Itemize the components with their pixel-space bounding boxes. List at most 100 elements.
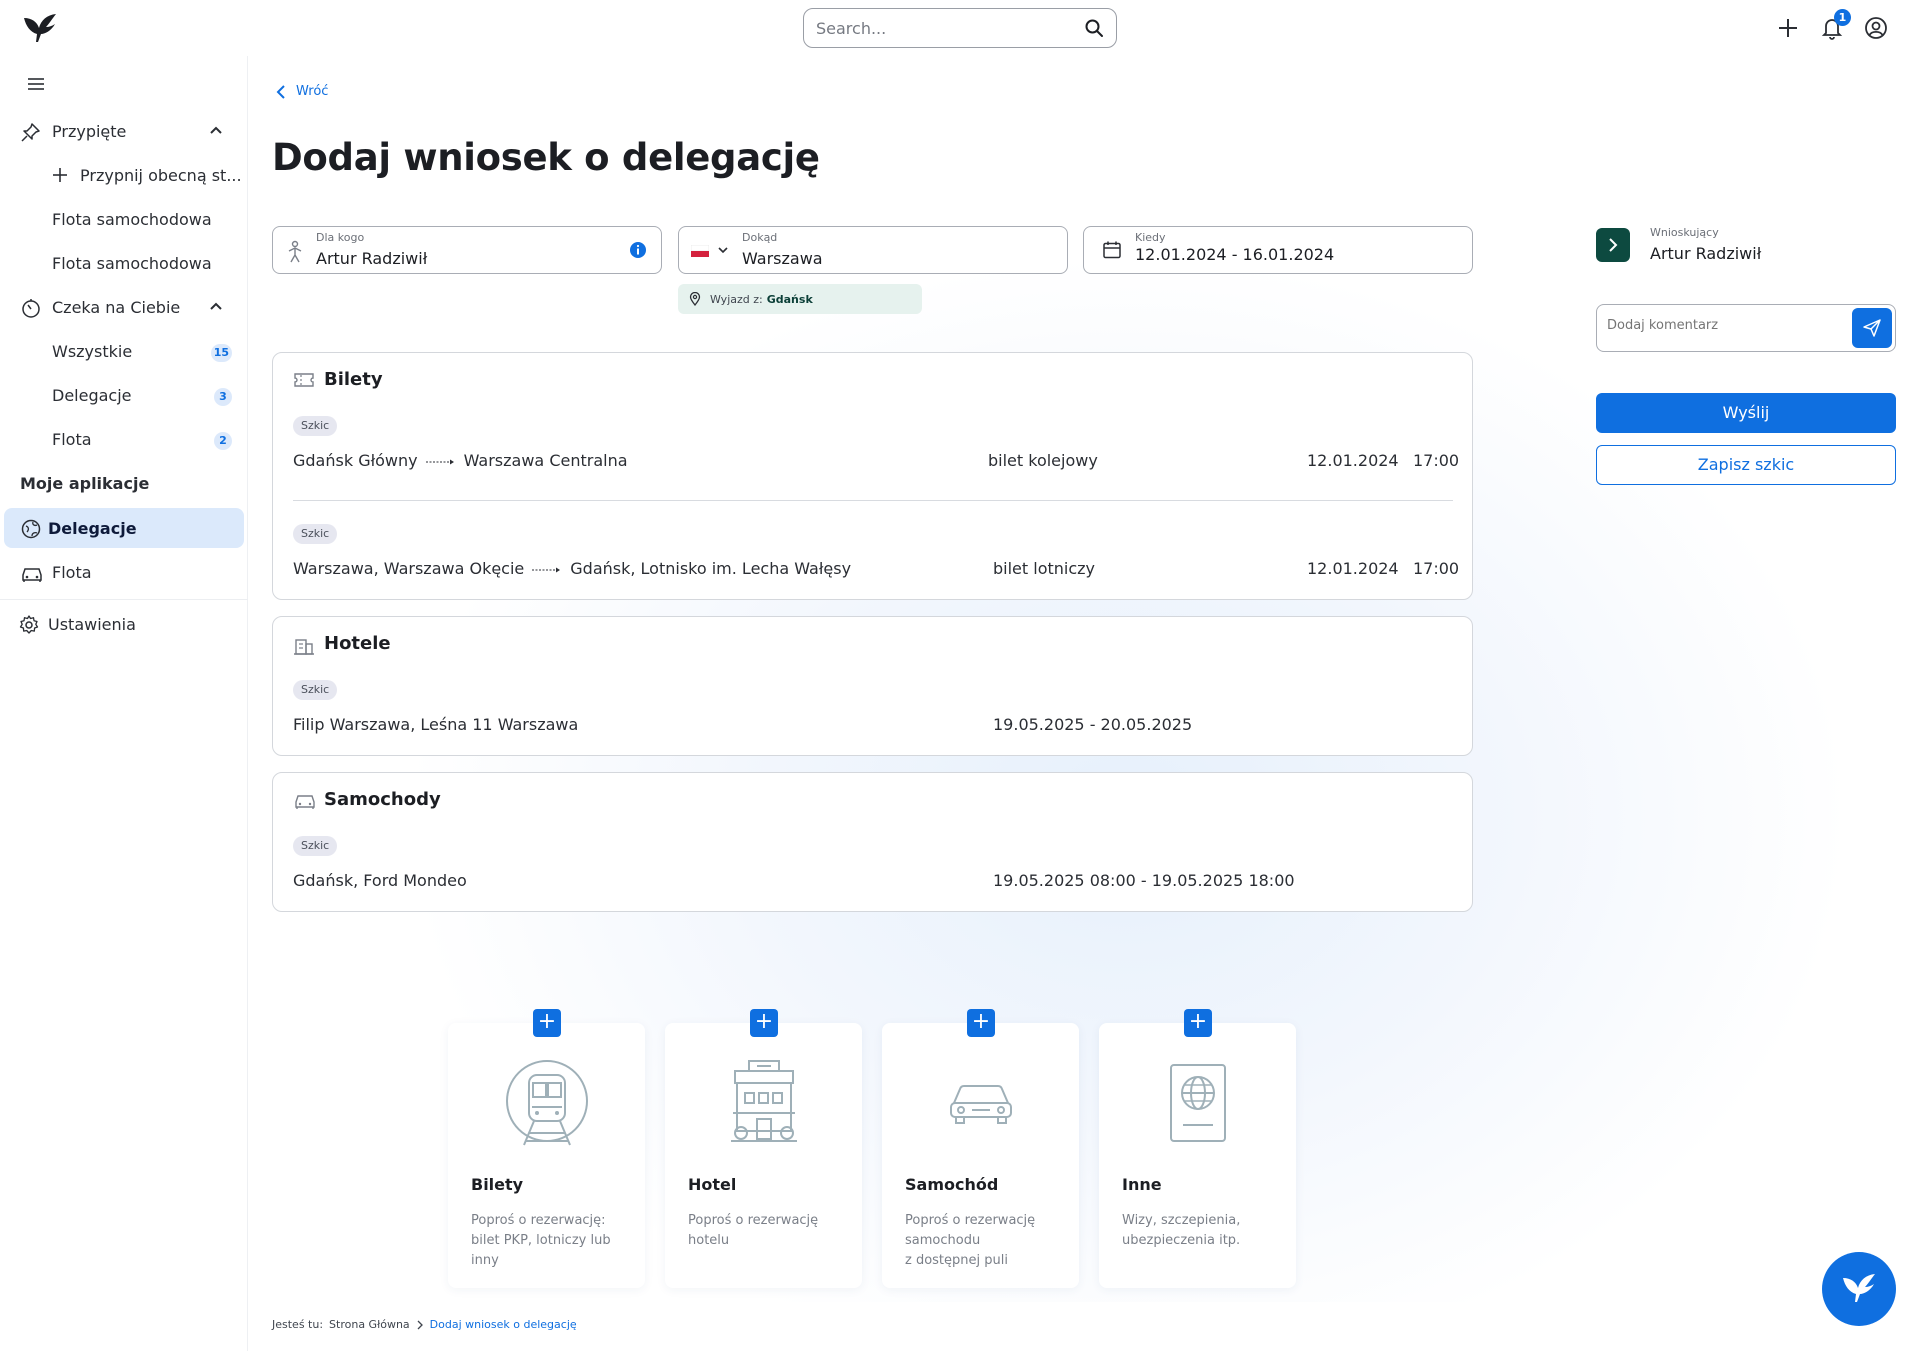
ticket-row[interactable]: Warszawa, Warszawa Okęcie Gdańsk, Lotnisk… <box>293 559 851 578</box>
save-draft-button[interactable]: Zapisz szkic <box>1596 445 1896 485</box>
breadcrumb-prefix: Jesteś tu: <box>272 1318 324 1331</box>
ticket-date: 12.01.2024 <box>1307 451 1399 470</box>
sidebar-item-label: Delegacje <box>48 518 137 538</box>
tile-title: Samochód <box>905 1175 999 1194</box>
send-button[interactable]: Wyślij <box>1596 393 1896 433</box>
location-pin-icon <box>689 292 701 306</box>
count-badge: 3 <box>214 388 232 406</box>
add-hotel-button[interactable]: + <box>750 1009 778 1037</box>
sidebar-item-label: Flota <box>52 562 92 582</box>
chevron-up-icon[interactable] <box>208 299 224 315</box>
comment-input[interactable] <box>1607 318 1837 333</box>
sidebar-item-flota[interactable]: Flota <box>4 552 244 592</box>
tile-hotel[interactable]: + Hotel Poproś o rezerwację hotelu <box>665 1009 862 1288</box>
ticket-to: Warszawa Centralna <box>463 451 628 470</box>
train-icon <box>505 1060 588 1146</box>
destination-label: Dokąd <box>742 231 778 244</box>
search-placeholder: Search... <box>816 19 887 38</box>
building-icon <box>294 639 314 655</box>
chevron-down-icon[interactable] <box>717 245 729 255</box>
passport-icon <box>1169 1064 1226 1142</box>
destination-field[interactable]: Dokąd Warszawa <box>678 226 1068 274</box>
breadcrumb-current[interactable]: Dodaj wniosek o delegację <box>430 1318 577 1331</box>
search-icon[interactable] <box>1084 18 1104 38</box>
sidebar-waiting-section[interactable]: Czeka na Ciebie <box>4 287 244 327</box>
car-dates: 19.05.2025 08:00 - 19.05.2025 18:00 <box>993 871 1295 890</box>
ticket-time: 17:00 <box>1413 559 1460 578</box>
tile-tickets[interactable]: + Bilety Poproś o rezerwację: bilet PKP,… <box>448 1009 645 1288</box>
sidebar-pinned-label: Przypięte <box>52 121 127 141</box>
add-icon[interactable] <box>1775 15 1801 41</box>
ticket-row[interactable]: Gdańsk Główny Warszawa Centralna <box>293 451 628 470</box>
sidebar-item-flota-waiting[interactable]: Flota 2 <box>4 419 244 459</box>
status-badge: Szkic <box>293 680 338 700</box>
chevron-up-icon[interactable] <box>208 123 224 139</box>
destination-value: Warszawa <box>742 249 823 268</box>
pin-icon <box>21 123 40 142</box>
breadcrumb-home[interactable]: Strona Główna <box>329 1318 410 1331</box>
tile-car[interactable]: + Samochód Poproś o rezerwację samochodu… <box>882 1009 1079 1288</box>
sidebar-item-pinned-1[interactable]: Flota samochodowa <box>4 199 244 239</box>
brand-logo-icon[interactable] <box>22 12 58 44</box>
sidebar-pinned-section[interactable]: Przypięte <box>4 111 244 151</box>
sidebar-item-delegacje[interactable]: Delegacje <box>4 508 244 548</box>
departure-chip[interactable]: Wyjazd z: Gdańsk <box>678 284 922 314</box>
when-field[interactable]: Kiedy 12.01.2024 - 16.01.2024 <box>1083 226 1473 274</box>
status-badge: Szkic <box>293 416 338 436</box>
sidebar-item-label: Wszystkie <box>52 341 133 361</box>
sidebar: Przypięte Przypnij obecną st... Flota sa… <box>0 56 248 1351</box>
ticket-to: Gdańsk, Lotnisko im. Lecha Wałęsy <box>570 559 852 578</box>
timer-icon <box>22 299 40 318</box>
count-badge: 2 <box>214 432 232 450</box>
comment-field[interactable] <box>1596 304 1896 352</box>
back-link[interactable]: Wróć <box>276 84 328 99</box>
add-ticket-button[interactable]: + <box>533 1009 561 1037</box>
ticket-icon <box>294 373 314 387</box>
plus-icon <box>53 168 67 182</box>
menu-icon[interactable] <box>26 76 46 92</box>
car-name[interactable]: Gdańsk, Ford Mondeo <box>293 871 467 890</box>
sidebar-item-delegacje-waiting[interactable]: Delegacje 3 <box>4 375 244 415</box>
sidebar-item-pinned-2[interactable]: Flota samochodowa <box>4 243 244 283</box>
for-whom-label: Dla kogo <box>316 231 365 244</box>
hotel-name[interactable]: Filip Warszawa, Leśna 11 Warszawa <box>293 715 578 734</box>
top-bar: Search... 1 <box>0 0 1920 56</box>
add-car-button[interactable]: + <box>967 1009 995 1037</box>
send-comment-button[interactable] <box>1852 308 1892 348</box>
tile-title: Hotel <box>688 1175 737 1194</box>
globe-plane-icon <box>21 519 41 539</box>
tile-description: Poproś o rezerwację: bilet PKP, lotniczy… <box>471 1213 611 1268</box>
tile-description: Poproś o rezerwację hotelu <box>688 1213 819 1248</box>
sidebar-item-label: Flota <box>52 429 92 449</box>
sidebar-item-wszystkie[interactable]: Wszystkie 15 <box>4 331 244 371</box>
ticket-type: bilet lotniczy <box>993 559 1096 578</box>
add-other-button[interactable]: + <box>1184 1009 1212 1037</box>
chevron-left-icon <box>276 84 285 99</box>
sidebar-waiting-label: Czeka na Ciebie <box>52 297 181 317</box>
user-account-icon[interactable] <box>1863 15 1889 41</box>
tile-description: Wizy, szczepienia, ubezpieczenia itp. <box>1122 1213 1241 1248</box>
car-icon <box>295 795 315 809</box>
hotel-building-icon <box>730 1060 797 1142</box>
breadcrumb: Jesteś tu: Strona Główna Dodaj wniosek o… <box>272 1318 577 1331</box>
sidebar-apps-heading: Moje aplikacje <box>20 474 150 493</box>
chevron-right-icon <box>417 1320 423 1329</box>
search-input[interactable]: Search... <box>803 8 1117 48</box>
count-badge: 15 <box>210 344 232 362</box>
assistant-fab-button[interactable] <box>1822 1252 1896 1326</box>
page-title: Dodaj wniosek o delegację <box>272 136 820 179</box>
calendar-icon <box>1103 241 1121 259</box>
paper-plane-icon <box>1863 319 1881 337</box>
for-whom-field[interactable]: Dla kogo Artur Radziwił <box>272 226 662 274</box>
tile-other[interactable]: + Inne Wizy, szczepienia, ubezpieczenia … <box>1099 1009 1296 1288</box>
status-badge: Szkic <box>293 836 338 856</box>
hotels-title: Hotele <box>324 633 391 654</box>
sidebar-pin-current[interactable]: Przypnij obecną st... <box>4 155 244 195</box>
departure-value: Gdańsk <box>766 292 813 306</box>
sidebar-item-label: Flota samochodowa <box>52 253 212 273</box>
hotels-card: Hotele Szkic Filip Warszawa, Leśna 11 Wa… <box>272 616 1473 756</box>
sidebar-item-settings[interactable]: Ustawienia <box>4 604 244 644</box>
info-icon[interactable] <box>629 241 647 259</box>
ticket-from: Gdańsk Główny <box>293 451 418 470</box>
expand-requester-button[interactable] <box>1596 228 1630 262</box>
